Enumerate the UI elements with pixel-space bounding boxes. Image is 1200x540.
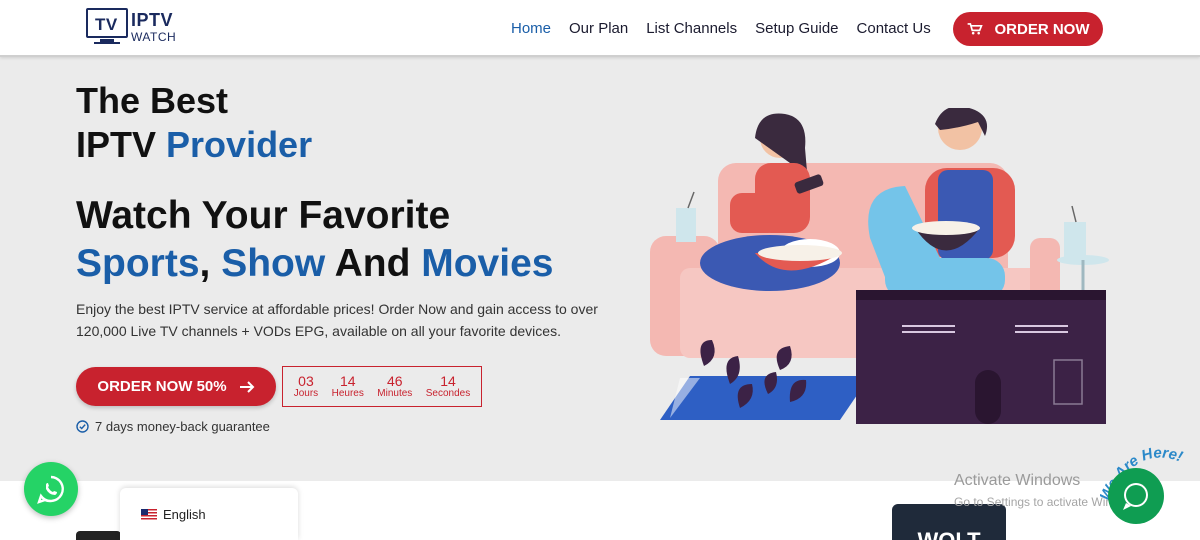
money-back-guarantee: 7 days money-back guarantee — [76, 419, 270, 434]
logo-watch-text: WATCH — [131, 30, 177, 44]
dark-card — [76, 531, 121, 540]
activate-windows-title: Activate Windows — [954, 472, 1081, 489]
couple-watching-tv-illustration — [650, 108, 1109, 424]
countdown-days-value: 03 — [298, 372, 314, 389]
countdown-timer: 03 Jours 14 Heures 46 Minutes 14 Seconde… — [282, 366, 482, 407]
whatsapp-icon — [37, 475, 64, 504]
countdown-seconds-label: Secondes — [425, 387, 471, 399]
cta-label: ORDER NOW 50% — [97, 378, 227, 395]
nav-list-channels[interactable]: List Channels — [646, 20, 737, 37]
countdown-minutes-value: 46 — [387, 372, 403, 389]
nav-contact-us[interactable]: Contact Us — [857, 20, 931, 37]
order-now-button[interactable]: ORDER NOW — [953, 12, 1103, 46]
site-logo[interactable]: TV IPTV WATCH — [86, 8, 196, 48]
countdown-hours-value: 14 — [339, 372, 356, 389]
countdown-days-label: Jours — [293, 387, 319, 399]
site-header: TV IPTV WATCH Home Our Plan List Channel… — [0, 0, 1200, 57]
word-sports: Sports — [76, 242, 200, 285]
hero-subtitle-line2: Sports, Show And Movies — [76, 242, 553, 286]
tv-base — [94, 42, 120, 44]
us-flag-icon — [141, 509, 157, 520]
countdown-hours: 14 Heures — [332, 374, 364, 400]
countdown-days: 03 Jours — [294, 374, 318, 400]
logo-tv-text: TV — [95, 15, 118, 34]
whatsapp-button[interactable] — [24, 462, 78, 516]
nav-our-plan[interactable]: Our Plan — [569, 20, 628, 37]
hero-title-provider: Provider — [166, 124, 313, 165]
live-chat-button[interactable] — [1108, 468, 1164, 524]
order-now-label: ORDER NOW — [994, 20, 1090, 38]
countdown-seconds-value: 14 — [440, 372, 456, 389]
language-selector[interactable]: English — [120, 488, 298, 540]
hero-title-line2: IPTV Provider — [76, 124, 312, 166]
order-now-50-button[interactable]: ORDER NOW 50% — [76, 367, 276, 406]
main-nav: Home Our Plan List Channels Setup Guide … — [511, 20, 949, 37]
hero-description: Enjoy the best IPTV service at affordabl… — [76, 301, 598, 339]
word-and: And — [325, 242, 422, 285]
word-show: Show — [221, 242, 326, 285]
countdown-minutes-label: Minutes — [377, 387, 413, 399]
countdown-seconds: 14 Secondes — [426, 374, 470, 400]
check-circle-icon — [76, 420, 89, 433]
nav-home[interactable]: Home — [511, 20, 551, 37]
chat-icon — [1123, 483, 1148, 510]
countdown-hours-label: Heures — [331, 387, 364, 399]
language-label: English — [163, 507, 206, 522]
hero-title-iptv: IPTV — [76, 124, 167, 165]
arrow-right-icon — [239, 380, 255, 393]
countdown-minutes: 46 Minutes — [377, 374, 412, 400]
partner-logo: WOLT — [892, 504, 1006, 540]
guarantee-text: 7 days money-back guarantee — [95, 419, 270, 434]
word-movies: Movies — [421, 242, 554, 285]
cart-icon — [967, 23, 983, 35]
nav-setup-guide[interactable]: Setup Guide — [755, 20, 838, 37]
comma: , — [199, 242, 222, 285]
hero-subtitle-line1: Watch Your Favorite — [76, 194, 451, 237]
hero-title-line1: The Best — [76, 80, 229, 121]
logo-iptv-text: IPTV — [131, 10, 174, 30]
